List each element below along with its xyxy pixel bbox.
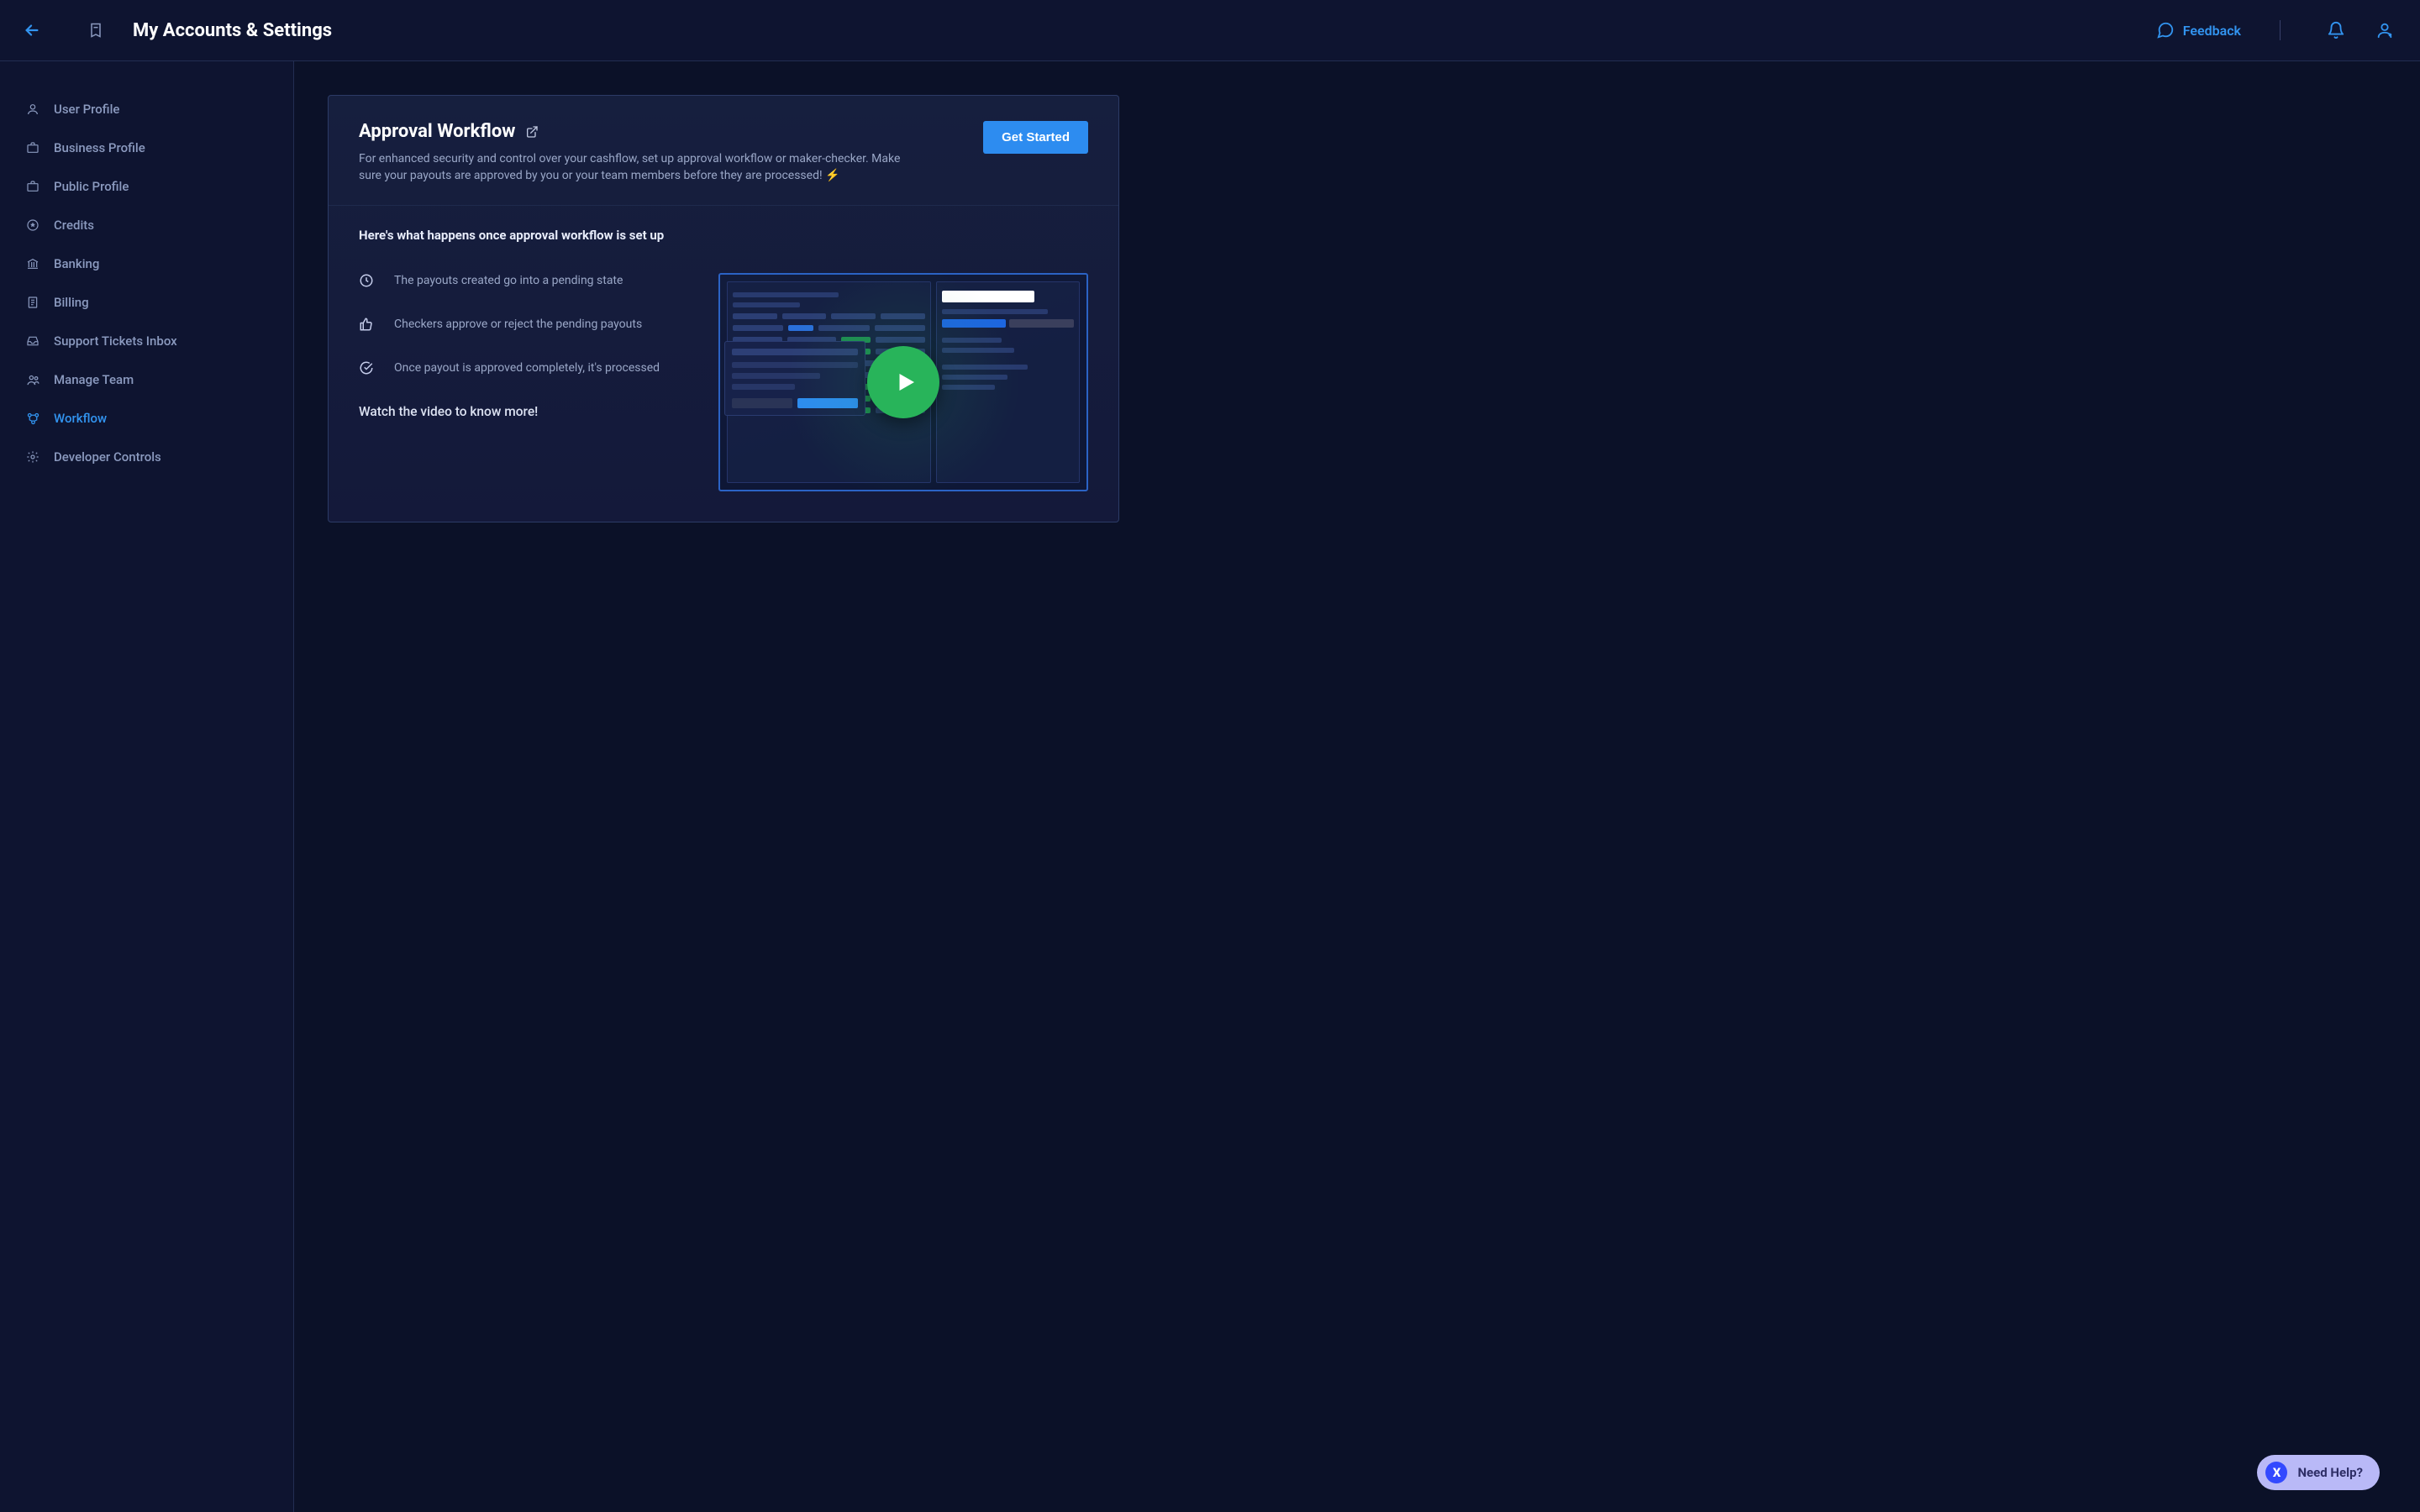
section-heading: Here's what happens once approval workfl… xyxy=(359,228,1088,243)
separator xyxy=(2280,20,2281,40)
help-label: Need Help? xyxy=(2297,1465,2363,1480)
workflow-card: Approval Workflow For enhanced security … xyxy=(328,95,1119,522)
sidebar-item-label: Billing xyxy=(54,295,89,310)
briefcase-icon xyxy=(25,179,40,194)
header: My Accounts & Settings Feedback xyxy=(0,0,2420,61)
star-circle-icon xyxy=(25,218,40,233)
watch-text: Watch the video to know more! xyxy=(359,404,688,419)
sidebar-item-credits[interactable]: Credits xyxy=(0,206,293,244)
notifications-button[interactable] xyxy=(2324,18,2348,42)
thumbs-up-icon xyxy=(359,317,374,332)
sidebar-item-user-profile[interactable]: User Profile xyxy=(0,90,293,129)
sidebar-item-manage-team[interactable]: Manage Team xyxy=(0,360,293,399)
feedback-label: Feedback xyxy=(2183,23,2241,39)
sidebar-item-banking[interactable]: Banking xyxy=(0,244,293,283)
inbox-icon xyxy=(25,333,40,349)
sidebar-item-label: Banking xyxy=(54,256,99,271)
clock-icon xyxy=(359,273,374,288)
sidebar-item-label: Manage Team xyxy=(54,372,134,387)
sidebar-item-label: Business Profile xyxy=(54,140,145,155)
briefcase-icon xyxy=(25,140,40,155)
sidebar-item-label: Support Tickets Inbox xyxy=(54,333,177,349)
person-icon xyxy=(25,102,40,117)
sidebar-item-support-tickets[interactable]: Support Tickets Inbox xyxy=(0,322,293,360)
sidebar-item-label: Developer Controls xyxy=(54,449,161,465)
main-content: Approval Workflow For enhanced security … xyxy=(294,61,2420,1512)
check-circle-icon xyxy=(359,360,374,375)
step-text: The payouts created go into a pending st… xyxy=(394,274,623,287)
card-description: For enhanced security and control over y… xyxy=(359,150,913,185)
workflow-icon xyxy=(25,411,40,426)
sidebar-item-billing[interactable]: Billing xyxy=(0,283,293,322)
bank-icon xyxy=(25,256,40,271)
workflow-step: Once payout is approved completely, it's… xyxy=(359,360,688,375)
sidebar-item-label: Public Profile xyxy=(54,179,129,194)
step-text: Checkers approve or reject the pending p… xyxy=(394,318,642,331)
sidebar-item-label: Credits xyxy=(54,218,94,233)
sidebar-item-label: Workflow xyxy=(54,411,107,426)
profile-button[interactable] xyxy=(2373,18,2396,42)
team-icon xyxy=(25,372,40,387)
app-logo-icon xyxy=(84,18,108,42)
receipt-icon xyxy=(25,295,40,310)
sidebar: User Profile Business Profile Public Pro… xyxy=(0,61,294,1512)
card-title: Approval Workflow xyxy=(359,121,515,142)
page-title: My Accounts & Settings xyxy=(133,20,332,41)
help-badge-icon: X xyxy=(2265,1462,2287,1483)
workflow-step: The payouts created go into a pending st… xyxy=(359,273,688,288)
back-button[interactable] xyxy=(20,18,44,42)
workflow-step: Checkers approve or reject the pending p… xyxy=(359,317,688,332)
sidebar-item-business-profile[interactable]: Business Profile xyxy=(0,129,293,167)
play-button[interactable] xyxy=(867,346,939,418)
help-button[interactable]: X Need Help? xyxy=(2257,1455,2380,1490)
get-started-button[interactable]: Get Started xyxy=(983,121,1088,154)
sidebar-item-label: User Profile xyxy=(54,102,119,117)
gear-icon xyxy=(25,449,40,465)
sidebar-item-developer-controls[interactable]: Developer Controls xyxy=(0,438,293,476)
chat-icon xyxy=(2156,21,2175,39)
sidebar-item-workflow[interactable]: Workflow xyxy=(0,399,293,438)
feedback-button[interactable]: Feedback xyxy=(2156,21,2241,39)
sidebar-item-public-profile[interactable]: Public Profile xyxy=(0,167,293,206)
step-text: Once payout is approved completely, it's… xyxy=(394,361,660,375)
external-link-icon[interactable] xyxy=(525,125,539,139)
video-preview[interactable] xyxy=(718,273,1088,491)
